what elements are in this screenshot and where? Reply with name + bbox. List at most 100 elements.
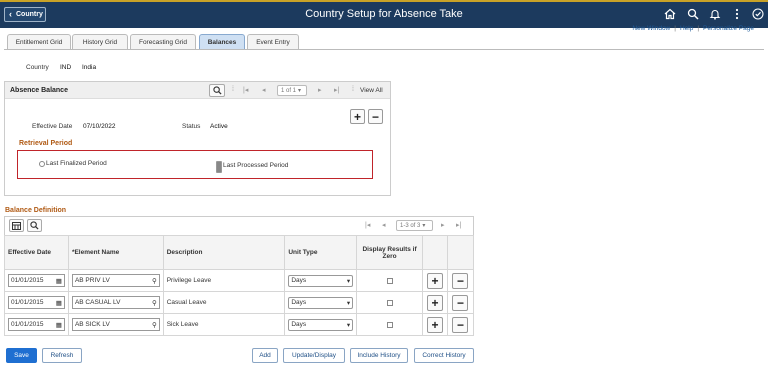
effective-date-label: Effective Date (32, 123, 73, 130)
effective-date-input[interactable]: 01/01/2015 ▦ (8, 318, 65, 331)
tab-event-entry[interactable]: Event Entry (247, 34, 299, 49)
balance-definition-table: Effective Date *Element Name Description… (4, 235, 475, 336)
tab-label: Forecasting Grid (138, 38, 188, 46)
chevron-down-icon: ▾ (422, 223, 426, 229)
last-processed-label: Last Processed Period (223, 162, 289, 169)
save-button[interactable]: Save (6, 348, 37, 363)
calendar-icon[interactable]: ▦ (56, 321, 62, 329)
add-row-button[interactable]: + (426, 272, 443, 289)
first-page-icon[interactable]: |◂ (243, 86, 248, 94)
lookup-icon[interactable]: ⚲ (152, 299, 157, 307)
tab-label: Balances (207, 38, 237, 46)
tab-divider (4, 49, 764, 50)
last-finalized-radio[interactable] (39, 161, 45, 167)
search-icon (212, 86, 222, 95)
element-name-input[interactable]: AB PRIV LV ⚲ (71, 274, 160, 287)
update-display-button[interactable]: Update/Display (283, 348, 345, 363)
status-value: Active (210, 123, 228, 130)
last-page-icon[interactable]: ▸| (334, 86, 339, 94)
display-zero-checkbox[interactable] (386, 299, 393, 306)
element-name-input[interactable]: AB SICK LV ⚲ (71, 318, 160, 331)
next-page-icon[interactable]: ▸ (441, 221, 445, 229)
tab-forecasting-grid[interactable]: Forecasting Grid (130, 34, 196, 49)
col-delete (446, 235, 475, 270)
nav-separator: ⁞ (352, 86, 354, 93)
calendar-icon[interactable]: ▦ (56, 277, 62, 285)
chevron-down-icon: ▾ (346, 277, 351, 285)
country-code: IND (60, 64, 72, 71)
element-name-input[interactable]: AB CASUAL LV ⚲ (71, 296, 160, 309)
table-row: 01/01/2015 ▦ AB CASUAL LV ⚲ Casual Leave D… (4, 291, 475, 314)
unit-type-select[interactable]: Days ▾ (288, 296, 354, 309)
balance-definition-title: Balance Definition (5, 207, 67, 214)
calendar-icon[interactable]: ▦ (56, 299, 62, 307)
more-icon[interactable] (729, 6, 745, 22)
pager-text: 1-3 of 3 (400, 222, 421, 229)
date-value: 01/01/2015 (11, 277, 44, 284)
unit-type-select[interactable]: Days ▾ (288, 274, 354, 287)
search-icon (30, 221, 39, 230)
top-links: New Window | Help | Personalize Page (632, 25, 754, 32)
tab-label: History Grid (82, 38, 118, 46)
lookup-icon[interactable]: ⚲ (152, 321, 157, 329)
page-selector[interactable]: 1-3 of 3 ▾ (396, 220, 433, 231)
tab-balances[interactable]: Balances (199, 34, 245, 49)
previous-page-icon[interactable]: ◂ (262, 86, 266, 94)
delete-row-button[interactable]: − (452, 316, 469, 333)
retrieval-period-title: Retrieval Period (19, 140, 73, 147)
add-row-button[interactable]: + (426, 294, 443, 311)
tab-entitlement-grid[interactable]: Entitlement Grid (7, 34, 71, 49)
table-row: 01/01/2015 ▦ AB PRIV LV ⚲ Privilege Leave … (4, 269, 475, 292)
col-element-name: *Element Name (67, 235, 164, 270)
home-icon[interactable] (662, 6, 678, 22)
personalize-grid-button[interactable] (9, 219, 24, 232)
compass-icon[interactable] (750, 6, 766, 22)
add-row-button[interactable]: + (426, 316, 443, 333)
personalize-page-link[interactable]: Personalize Page (703, 25, 754, 32)
bell-icon[interactable] (707, 6, 723, 22)
last-finalized-label: Last Finalized Period (46, 160, 107, 167)
chevron-down-icon: ▾ (346, 321, 351, 329)
previous-page-icon[interactable]: ◂ (382, 221, 386, 229)
lookup-icon[interactable]: ⚲ (152, 277, 157, 285)
col-add (421, 235, 448, 270)
add-row-button[interactable]: + (350, 109, 365, 124)
last-processed-radio[interactable] (216, 161, 222, 173)
effective-date-input[interactable]: 01/01/2015 ▦ (8, 296, 65, 309)
table-header-row: Effective Date *Element Name Description… (4, 235, 475, 270)
new-window-link[interactable]: New Window (632, 25, 670, 32)
delete-row-button[interactable]: − (452, 294, 469, 311)
display-zero-checkbox[interactable] (386, 321, 393, 328)
page-selector[interactable]: 1 of 1 ▾ (277, 85, 307, 96)
date-value: 01/01/2015 (11, 299, 44, 306)
chevron-down-icon: ▾ (298, 88, 302, 94)
unit-type-select[interactable]: Days ▾ (288, 318, 354, 331)
tab-history-grid[interactable]: History Grid (72, 34, 128, 49)
last-page-icon[interactable]: ▸| (456, 221, 461, 229)
unit-value: Days (291, 277, 307, 284)
delete-row-button[interactable]: − (452, 272, 469, 289)
description-cell: Casual Leave (162, 291, 286, 314)
refresh-button[interactable]: Refresh (42, 348, 82, 363)
display-zero-checkbox[interactable] (386, 277, 393, 284)
correct-history-button[interactable]: Correct History (414, 348, 474, 363)
search-icon[interactable] (685, 6, 701, 22)
help-link[interactable]: Help (680, 25, 693, 32)
unit-value: Days (291, 321, 307, 328)
find-button[interactable] (209, 84, 225, 97)
find-button[interactable] (27, 219, 42, 232)
delete-row-button[interactable]: − (368, 109, 383, 124)
add-button[interactable]: Add (252, 348, 278, 363)
nav-separator: ⁞ (232, 86, 234, 93)
first-page-icon[interactable]: |◂ (365, 221, 370, 229)
element-value: AB CASUAL LV (74, 299, 121, 306)
view-all-link[interactable]: View All (360, 87, 383, 94)
description-cell: Sick Leave (162, 313, 286, 336)
country-label: Country (26, 64, 49, 71)
next-page-icon[interactable]: ▸ (318, 86, 322, 94)
include-history-button[interactable]: Include History (350, 348, 408, 363)
effective-date-input[interactable]: 01/01/2015 ▦ (8, 274, 65, 287)
unit-value: Days (291, 299, 307, 306)
tab-label: Event Entry (256, 38, 290, 46)
table-row: 01/01/2015 ▦ AB SICK LV ⚲ Sick Leave Days ▾… (4, 313, 475, 336)
